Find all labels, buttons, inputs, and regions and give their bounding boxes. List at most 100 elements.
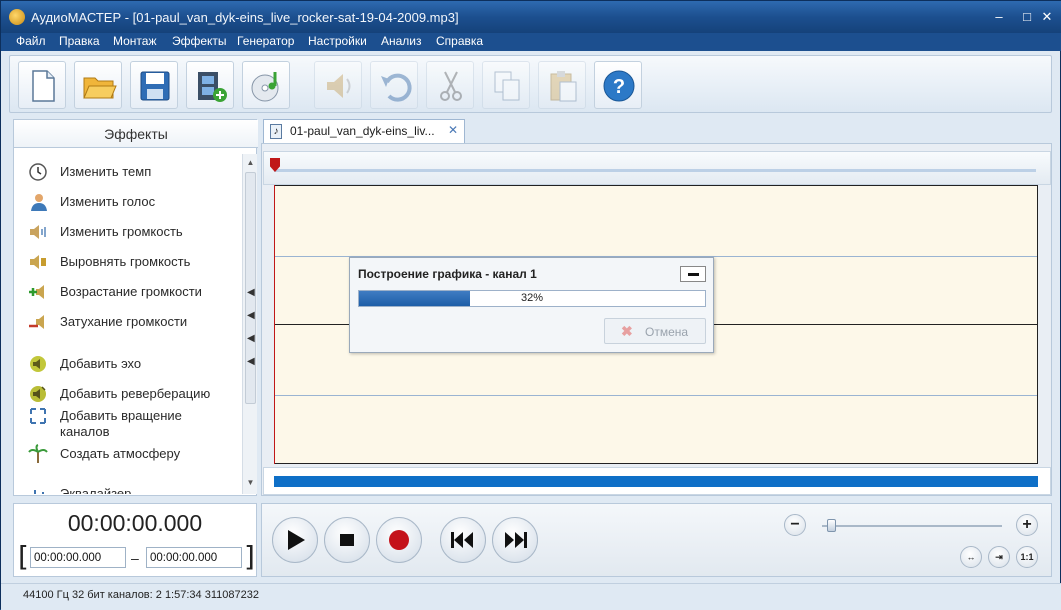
cancel-button[interactable]: ✖ Отмена: [604, 318, 706, 344]
new-file-icon: [32, 70, 55, 102]
effect-label: Выровнять громкость: [60, 254, 191, 269]
effect-label: Изменить голос: [60, 194, 156, 209]
reverb-icon: [30, 386, 46, 402]
effects-panel: Эффекты Изменить темп Изменить голос Изм…: [13, 119, 258, 496]
current-time: 00:00:00.000: [67, 510, 203, 536]
new-file-button[interactable]: [18, 61, 66, 109]
cd-music-icon: [251, 72, 279, 102]
add-video-button[interactable]: [186, 61, 234, 109]
audio-file-icon: ♪: [270, 124, 282, 139]
cut-button[interactable]: [426, 61, 474, 109]
open-folder-icon: [83, 77, 117, 99]
collapse-arrow-icon[interactable]: ◀: [247, 310, 255, 321]
clock-icon: [29, 163, 47, 181]
play-icon: [288, 530, 305, 550]
minimize-dialog-button[interactable]: [680, 266, 706, 282]
time-separator: –: [131, 550, 139, 566]
copy-button[interactable]: [482, 61, 530, 109]
effect-label: Эквалайзер: [60, 486, 132, 494]
scroll-up-icon[interactable]: ▲: [245, 158, 256, 169]
collapse-arrow-icon[interactable]: ◀: [247, 287, 255, 298]
save-icon: [140, 71, 170, 101]
close-window-button[interactable]: ✕: [1037, 8, 1057, 26]
menu-file[interactable]: Файл: [16, 34, 46, 48]
title-bar[interactable]: АудиоМАСТЕР - [01-paul_van_dyk-eins_live…: [1, 1, 1061, 33]
volume-icon: [30, 225, 46, 239]
fast-forward-button[interactable]: [492, 517, 538, 563]
equalize-volume-icon: [30, 255, 46, 269]
effects-list: Изменить темп Изменить голос Изменить гр…: [14, 154, 242, 494]
rotate-channels-icon: [30, 408, 46, 424]
window-title: АудиоМАСТЕР - [01-paul_van_dyk-eins_live…: [31, 10, 459, 25]
paste-icon: [550, 71, 577, 102]
menu-bar: Файл Правка Монтаж Эффекты Генератор Нас…: [1, 33, 1061, 51]
menu-effects[interactable]: Эффекты: [172, 34, 227, 48]
person-icon: [31, 194, 47, 211]
collapse-arrow-icon[interactable]: ◀: [247, 356, 255, 367]
fast-forward-icon: [505, 532, 527, 548]
tab-label: 01-paul_van_dyk-eins_liv...: [290, 124, 435, 138]
maximize-button[interactable]: □: [1017, 8, 1037, 26]
menu-help[interactable]: Справка: [436, 34, 483, 48]
copy-icon: [494, 71, 520, 101]
playhead-line: [274, 185, 275, 464]
effect-label: Добавить вращение каналов: [60, 408, 182, 439]
stop-icon: [340, 534, 354, 546]
effect-label: Затухание громкости: [60, 314, 188, 329]
timeline-ruler[interactable]: [263, 151, 1051, 185]
zoom-in-button[interactable]: +: [1016, 514, 1038, 536]
save-button[interactable]: [130, 61, 178, 109]
open-file-button[interactable]: [74, 61, 122, 109]
zoom-out-button[interactable]: −: [784, 514, 806, 536]
zoom-slider[interactable]: [822, 525, 1002, 527]
paste-button[interactable]: [538, 61, 586, 109]
cancel-label: Отмена: [645, 325, 689, 339]
collapse-arrow-icon[interactable]: ◀: [247, 333, 255, 344]
cut-icon: [440, 71, 462, 101]
toolbar: ?: [9, 55, 1052, 113]
tab-document[interactable]: ♪ 01-paul_van_dyk-eins_liv... ✕: [263, 119, 465, 143]
help-button[interactable]: ?: [594, 61, 642, 109]
timeline-track: [274, 169, 1036, 172]
app-logo-icon: [9, 9, 25, 25]
stop-button[interactable]: [324, 517, 370, 563]
cd-music-button[interactable]: [242, 61, 290, 109]
effects-scrollbar[interactable]: ▲ ▼: [242, 154, 257, 494]
rewind-button[interactable]: [440, 517, 486, 563]
menu-settings[interactable]: Настройки: [308, 34, 367, 48]
play-button[interactable]: [272, 517, 318, 563]
speaker-button[interactable]: [314, 61, 362, 109]
add-video-icon: [198, 72, 227, 102]
speaker-icon: [327, 74, 351, 98]
menu-montage[interactable]: Монтаж: [113, 34, 157, 48]
overview-scroll-bar[interactable]: [274, 476, 1038, 487]
effect-label: Возрастание громкости: [60, 284, 202, 299]
effect-label: Изменить темп: [60, 164, 152, 179]
selection-end-field[interactable]: [146, 547, 242, 568]
fade-out-icon: [29, 315, 44, 329]
svg-text:?: ?: [613, 76, 625, 98]
bracket-left: [: [18, 540, 29, 573]
status-bar: 44100 Гц 32 бит каналов: 2 1:57:34 31108…: [1, 583, 1061, 610]
minimize-button[interactable]: –: [989, 8, 1009, 26]
fit-selection-button[interactable]: ⇥: [988, 546, 1010, 568]
transport-panel: − + ↔ ⇥ 1:1: [261, 503, 1052, 577]
record-button[interactable]: [376, 517, 422, 563]
fit-width-button[interactable]: ↔: [960, 546, 982, 568]
close-tab-icon[interactable]: ✕: [448, 123, 458, 137]
scroll-down-icon[interactable]: ▼: [245, 478, 256, 489]
status-text: 44100 Гц 32 бит каналов: 2 1:57:34 31108…: [23, 589, 259, 601]
menu-edit[interactable]: Правка: [59, 34, 100, 48]
undo-button[interactable]: [370, 61, 418, 109]
zoom-one-to-one-button[interactable]: 1:1: [1016, 546, 1038, 568]
help-icon: ?: [603, 70, 635, 102]
zoom-slider-thumb[interactable]: [827, 519, 836, 532]
menu-generator[interactable]: Генератор: [237, 34, 294, 48]
progress-bar: 32%: [358, 290, 706, 307]
effect-label: Создать атмосферу: [60, 446, 181, 461]
selection-start-field[interactable]: [30, 547, 126, 568]
echo-icon: [30, 356, 46, 372]
undo-icon: [381, 73, 412, 102]
menu-analysis[interactable]: Анализ: [381, 34, 422, 48]
progress-dialog: Построение графика - канал 1 32% ✖ Отмен…: [349, 257, 714, 353]
